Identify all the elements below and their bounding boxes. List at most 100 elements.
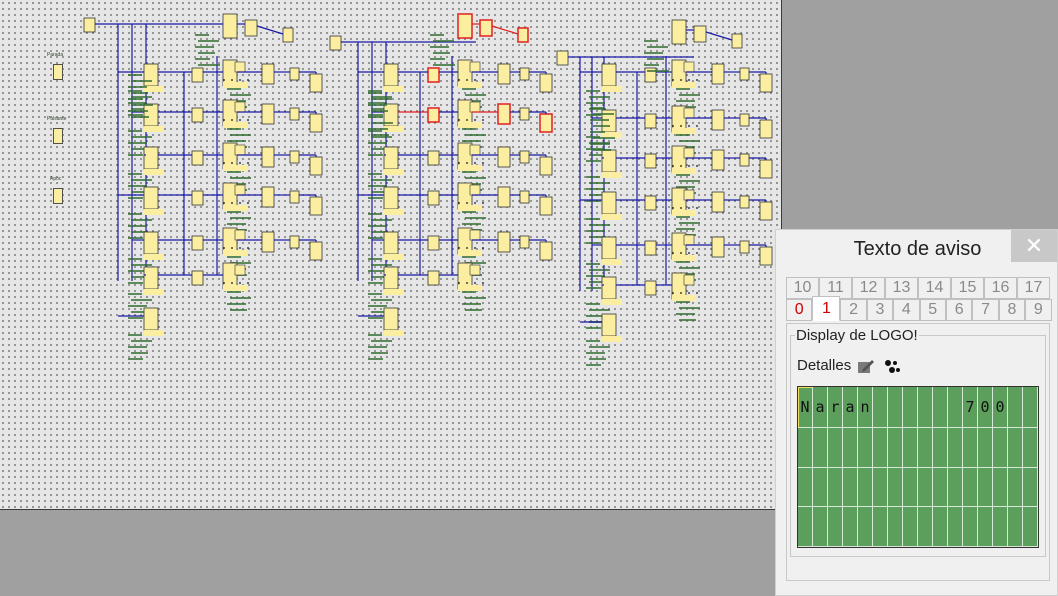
lcd-cell[interactable]: [843, 467, 858, 508]
lcd-cell[interactable]: [1023, 467, 1038, 508]
lcd-cell[interactable]: [933, 428, 948, 468]
logo-program-canvas[interactable]: Parada Pulsante Apoc: [0, 0, 782, 510]
tab-2[interactable]: 2: [840, 299, 867, 321]
lcd-cell[interactable]: [873, 387, 888, 428]
lcd-cell[interactable]: r: [828, 387, 843, 428]
block-pin: [223, 119, 225, 121]
lcd-cell[interactable]: [903, 467, 918, 508]
lcd-cell[interactable]: 0: [993, 387, 1008, 428]
tab-16[interactable]: 16: [984, 277, 1017, 299]
lcd-cell[interactable]: [903, 387, 918, 428]
lcd-cell[interactable]: [963, 467, 978, 508]
lcd-cell[interactable]: [933, 467, 948, 508]
lcd-cell[interactable]: [1008, 467, 1023, 508]
parameter-text: [679, 94, 700, 96]
lcd-cell[interactable]: [843, 428, 858, 468]
lcd-cell[interactable]: [978, 428, 993, 468]
lcd-cell[interactable]: [813, 467, 828, 508]
tab-0[interactable]: 0: [786, 299, 813, 321]
lcd-cell[interactable]: [873, 507, 888, 547]
lcd-cell[interactable]: n: [858, 387, 873, 428]
function-block: [143, 146, 159, 170]
edit-icon[interactable]: [857, 358, 875, 374]
lcd-cell[interactable]: [843, 507, 858, 547]
lcd-cell[interactable]: 0: [978, 387, 993, 428]
parameter-text: [368, 130, 382, 132]
input-block-pulsante[interactable]: [53, 128, 63, 144]
lcd-cell[interactable]: [918, 467, 933, 508]
input-label-apoc: Apoc: [50, 176, 62, 182]
tab-9[interactable]: 9: [1025, 299, 1052, 321]
lcd-cell[interactable]: [993, 507, 1008, 547]
parameter-text: [371, 96, 392, 98]
lcd-cell[interactable]: [888, 467, 903, 508]
lcd-cell[interactable]: N: [798, 387, 813, 428]
lcd-cell[interactable]: [888, 507, 903, 547]
lcd-cell[interactable]: [1008, 387, 1023, 428]
lcd-cell[interactable]: [948, 507, 963, 547]
tab-8[interactable]: 8: [998, 299, 1026, 321]
lcd-cell[interactable]: [1008, 428, 1023, 468]
tab-7[interactable]: 7: [972, 299, 999, 321]
lcd-cell[interactable]: [798, 467, 813, 508]
lcd-cell[interactable]: [873, 428, 888, 468]
lcd-cell[interactable]: [1023, 507, 1038, 547]
lcd-cell[interactable]: [918, 387, 933, 428]
lcd-cell[interactable]: [828, 507, 843, 547]
function-block: [191, 107, 204, 123]
lcd-cell[interactable]: [948, 428, 963, 468]
lcd-cell[interactable]: [933, 387, 948, 428]
tab-12[interactable]: 12: [852, 277, 885, 299]
lcd-cell[interactable]: [813, 428, 828, 468]
block-pin: [482, 119, 484, 121]
lcd-cell[interactable]: [993, 467, 1008, 508]
lcd-cell[interactable]: [993, 428, 1008, 468]
lcd-cell[interactable]: [918, 507, 933, 547]
lcd-cell[interactable]: [903, 507, 918, 547]
input-block-parada[interactable]: [53, 64, 63, 80]
lcd-cell[interactable]: [948, 387, 963, 428]
tab-6[interactable]: 6: [945, 299, 973, 321]
logo-display-grid[interactable]: Naran 700: [797, 386, 1039, 548]
block-inner: [469, 229, 481, 241]
lcd-cell[interactable]: [918, 428, 933, 468]
lcd-cell[interactable]: [828, 467, 843, 508]
function-block-diagram[interactable]: [0, 0, 781, 509]
lcd-cell[interactable]: a: [843, 387, 858, 428]
lcd-cell[interactable]: [888, 428, 903, 468]
lcd-cell[interactable]: [798, 507, 813, 547]
tab-17[interactable]: 17: [1017, 277, 1050, 299]
lcd-cell[interactable]: [978, 507, 993, 547]
lcd-cell[interactable]: [858, 507, 873, 547]
lcd-cell[interactable]: 7: [963, 387, 978, 428]
lcd-cell[interactable]: [813, 507, 828, 547]
lcd-cell[interactable]: [873, 467, 888, 508]
tab-1[interactable]: 1: [812, 296, 841, 321]
lcd-cell[interactable]: [798, 428, 813, 468]
tab-14[interactable]: 14: [918, 277, 951, 299]
lcd-cell[interactable]: [888, 387, 903, 428]
lcd-cell[interactable]: [933, 507, 948, 547]
tab-5[interactable]: 5: [919, 299, 946, 321]
lcd-cell[interactable]: [1023, 428, 1038, 468]
tab-4[interactable]: 4: [893, 299, 920, 321]
lcd-cell[interactable]: [948, 467, 963, 508]
lcd-cell[interactable]: [1023, 387, 1038, 428]
lcd-cell[interactable]: a: [813, 387, 828, 428]
lcd-cell[interactable]: [1008, 507, 1023, 547]
lcd-cell[interactable]: [828, 428, 843, 468]
tab-13[interactable]: 13: [885, 277, 918, 299]
lcd-cell[interactable]: [978, 467, 993, 508]
tab-3[interactable]: 3: [866, 299, 894, 321]
lcd-cell[interactable]: [858, 428, 873, 468]
lcd-cell[interactable]: [963, 428, 978, 468]
display-group-label: Display de LOGO!: [795, 327, 919, 344]
input-block-apoc[interactable]: [53, 188, 63, 204]
lcd-cell[interactable]: [858, 467, 873, 508]
tab-15[interactable]: 15: [951, 277, 984, 299]
parameter-text: [371, 299, 392, 301]
close-icon[interactable]: ✕: [1011, 230, 1057, 262]
lcd-cell[interactable]: [903, 428, 918, 468]
special-characters-icon[interactable]: [883, 359, 901, 375]
lcd-cell[interactable]: [963, 507, 978, 547]
